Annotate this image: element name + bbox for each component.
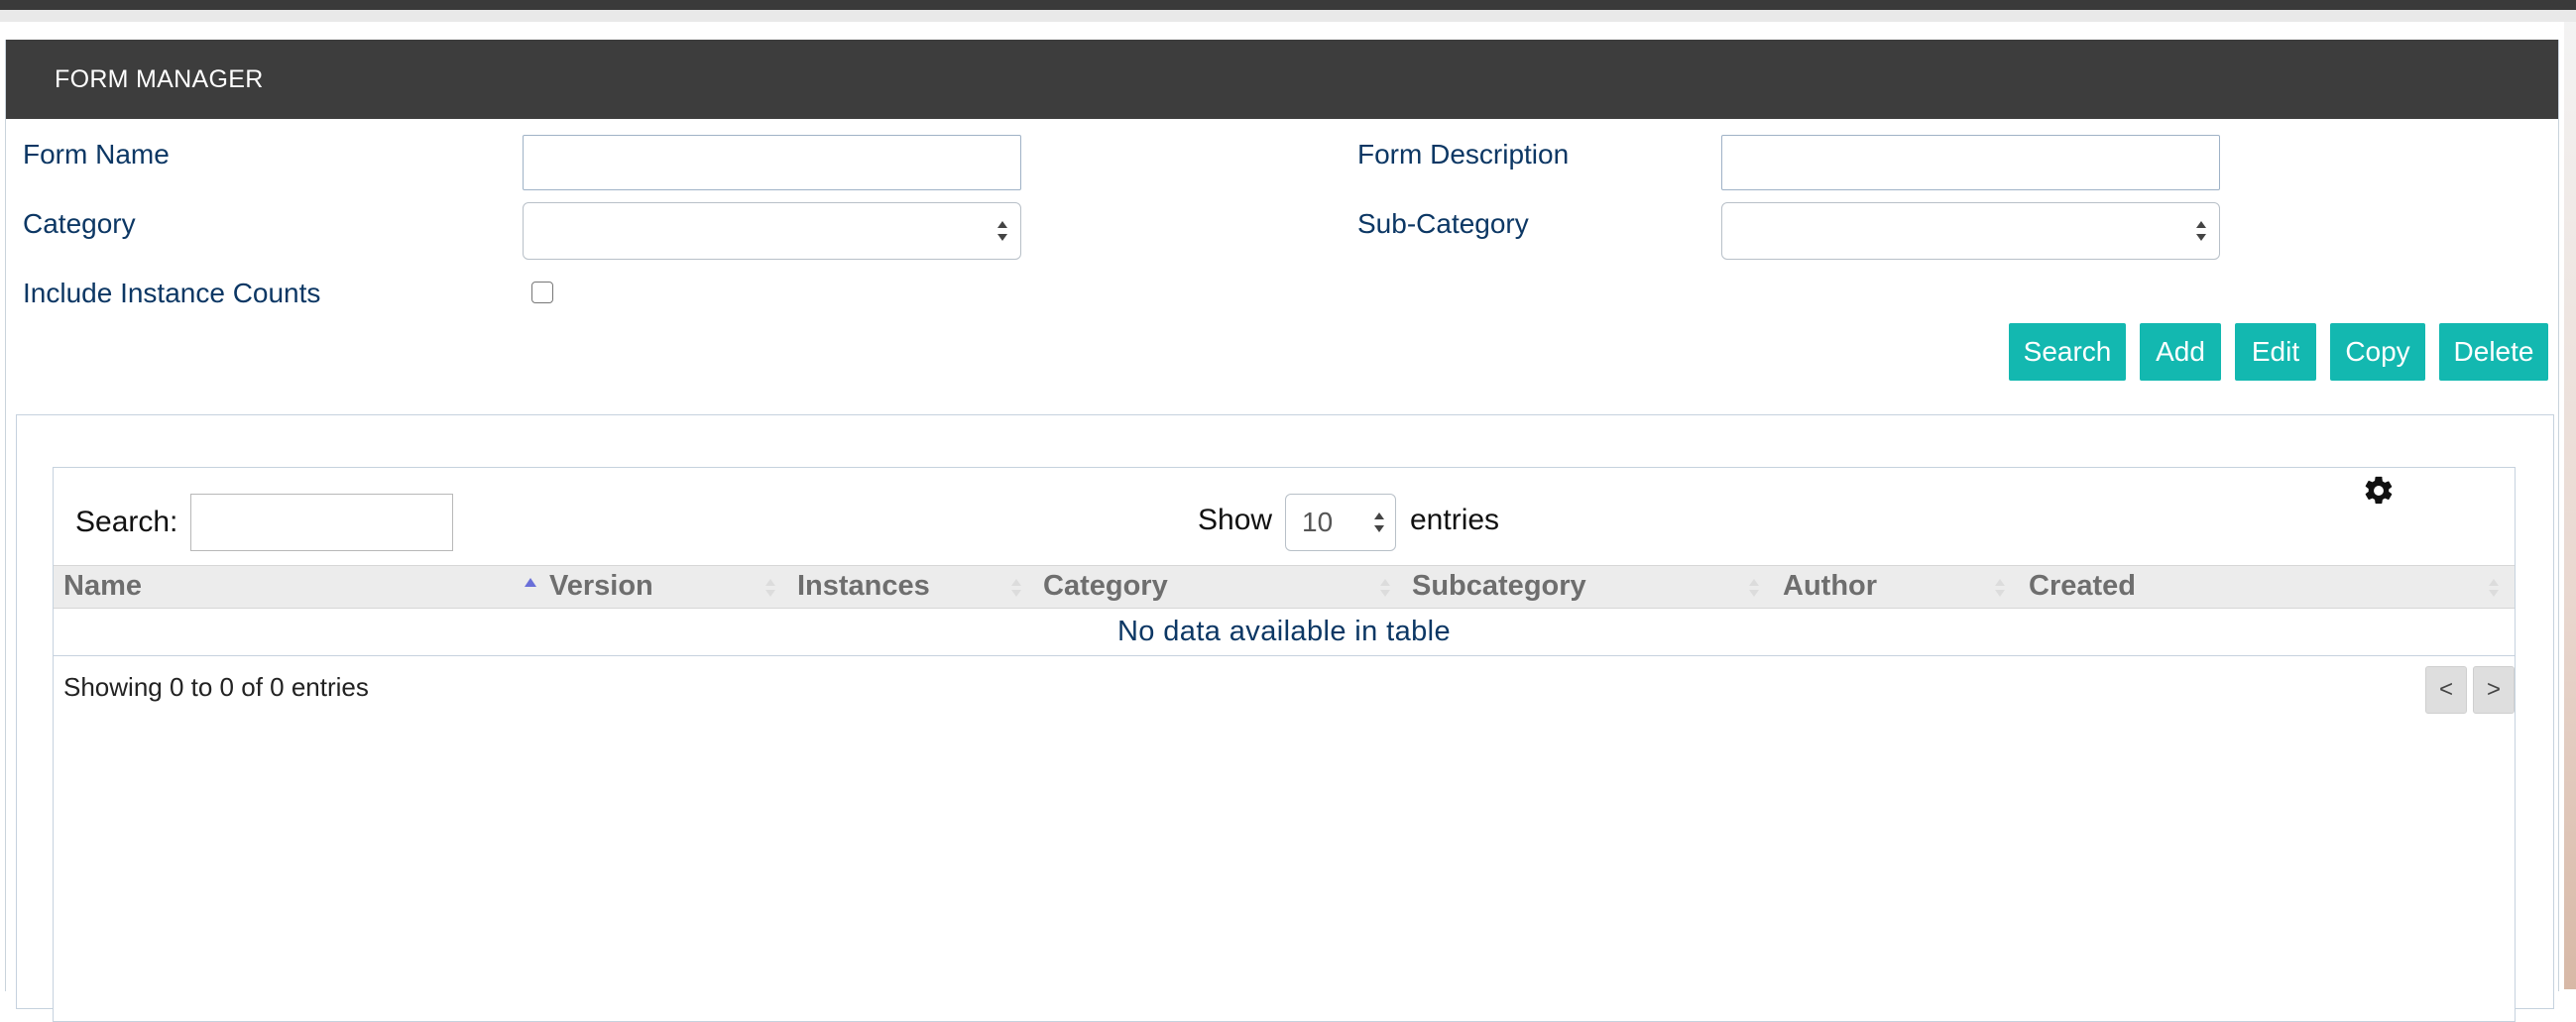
form-name-input[interactable] [523, 135, 1021, 190]
edit-button[interactable]: Edit [2235, 323, 2316, 381]
empty-table-message: No data available in table [1116, 616, 1452, 647]
window-top-bar [0, 0, 2576, 10]
category-label: Category [23, 208, 136, 239]
include-instance-counts-label: Include Instance Counts [23, 278, 321, 308]
column-header-name[interactable]: Name [63, 570, 142, 603]
table-row: No data available in table [54, 609, 2515, 656]
sort-both-icon [1749, 579, 1759, 597]
background-edge [2564, 22, 2576, 989]
table-header: Name Version Instances Category Subcateg… [54, 565, 2515, 609]
page-size-value: 10 [1302, 507, 1334, 537]
select-arrows-icon [997, 221, 1007, 241]
window-top-strip [0, 10, 2576, 22]
column-header-instances[interactable]: Instances [797, 570, 930, 603]
column-header-subcategory[interactable]: Subcategory [1412, 570, 1586, 603]
datatable-wrapper: Search: Show 10 entries Name Version Ins… [53, 467, 2516, 1022]
sort-both-icon [765, 579, 775, 597]
form-description-label: Form Description [1357, 139, 1570, 170]
table-info: Showing 0 to 0 of 0 entries [63, 672, 369, 702]
column-header-version[interactable]: Version [549, 570, 653, 603]
table-search-label: Search: [75, 506, 178, 538]
sort-both-icon [1011, 579, 1021, 597]
delete-button[interactable]: Delete [2439, 323, 2548, 381]
search-button[interactable]: Search [2009, 323, 2126, 381]
show-label: Show [1198, 504, 1273, 536]
add-button[interactable]: Add [2140, 323, 2221, 381]
form-description-input[interactable] [1721, 135, 2220, 190]
table-search-input[interactable] [190, 494, 453, 551]
next-page-button[interactable]: > [2473, 666, 2515, 714]
gear-icon[interactable] [2362, 474, 2396, 508]
include-instance-counts-checkbox[interactable] [531, 282, 553, 303]
sort-both-icon [1995, 579, 2005, 597]
form-name-label: Form Name [23, 139, 170, 170]
select-arrows-icon [1374, 512, 1384, 532]
form-manager-panel: FORM MANAGER Form Name Form Description … [5, 40, 2559, 1022]
subcategory-select[interactable] [1721, 202, 2220, 260]
panel-header: FORM MANAGER [6, 40, 2558, 119]
page-title: FORM MANAGER [55, 65, 264, 93]
subcategory-label: Sub-Category [1357, 208, 1529, 239]
column-header-category[interactable]: Category [1043, 570, 1168, 603]
select-arrows-icon [2196, 221, 2206, 241]
entries-label: entries [1410, 504, 1500, 536]
page-size-select[interactable]: 10 [1285, 494, 1396, 551]
sort-asc-icon [525, 578, 536, 587]
previous-page-button[interactable]: < [2425, 666, 2467, 714]
copy-button[interactable]: Copy [2330, 323, 2425, 381]
category-select[interactable] [523, 202, 1021, 260]
results-container: Search: Show 10 entries Name Version Ins… [16, 414, 2554, 1022]
column-header-created[interactable]: Created [2029, 570, 2136, 603]
sort-both-icon [2489, 579, 2499, 597]
column-header-author[interactable]: Author [1783, 570, 1877, 603]
sort-both-icon [1380, 579, 1390, 597]
